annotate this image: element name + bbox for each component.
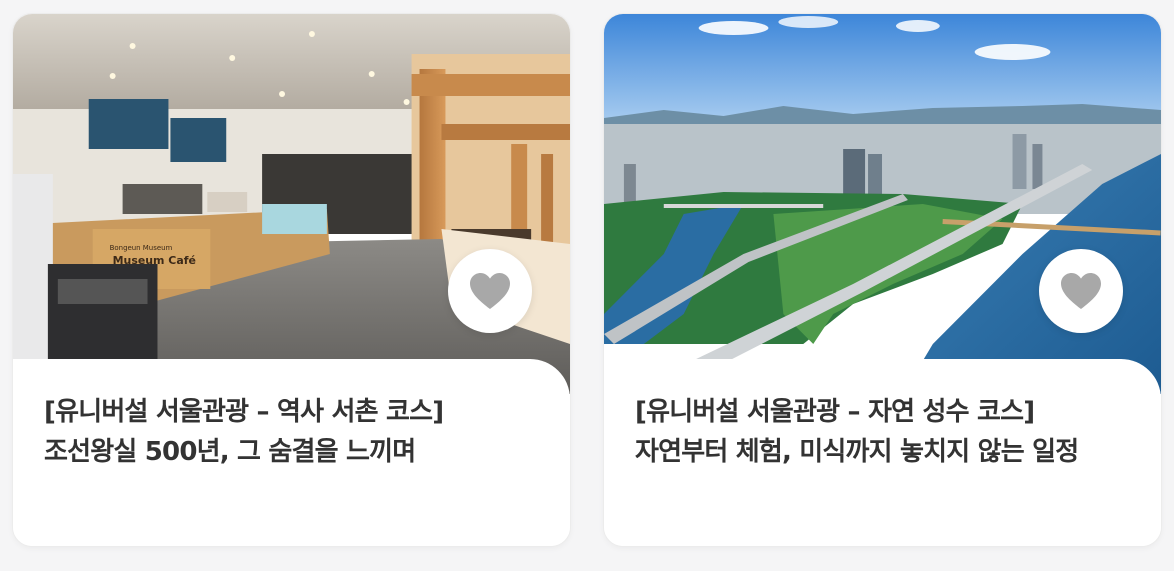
course-card-seochon[interactable]: Bongeun Museum Museum Café [유니버설 서울관광 – … [12, 13, 571, 547]
han-river-photo [604, 14, 1161, 394]
card-body: [유니버설 서울관광 – 자연 성수 코스] 자연부터 체험, 미식까지 놓치지… [604, 359, 1161, 546]
card-title-course: [유니버설 서울관광 – 역사 서촌 코스] [44, 397, 444, 427]
heart-icon [470, 273, 510, 309]
card-title-course: [유니버설 서울관광 – 자연 성수 코스] [635, 397, 1035, 427]
favorite-button[interactable] [1039, 249, 1123, 333]
course-card-seongsu[interactable]: [유니버설 서울관광 – 자연 성수 코스] 자연부터 체험, 미식까지 놓치지… [603, 13, 1162, 547]
card-title: [유니버설 서울관광 – 역사 서촌 코스] 조선왕실 500년, 그 숨결을 … [44, 392, 546, 472]
course-card-grid: Bongeun Museum Museum Café [유니버설 서울관광 – … [0, 0, 1174, 571]
card-title-subtitle: 자연부터 체험, 미식까지 놓치지 않는 일정 [635, 437, 1079, 467]
card-title: [유니버설 서울관광 – 자연 성수 코스] 자연부터 체험, 미식까지 놓치지… [635, 392, 1137, 472]
heart-icon [1061, 273, 1101, 309]
card-body: [유니버설 서울관광 – 역사 서촌 코스] 조선왕실 500년, 그 숨결을 … [13, 359, 570, 546]
card-title-subtitle: 조선왕실 500년, 그 숨결을 느끼며 [44, 437, 416, 467]
svg-text:Bongeun Museum: Bongeun Museum [110, 244, 173, 252]
favorite-button[interactable] [448, 249, 532, 333]
museum-cafe-photo: Bongeun Museum Museum Café [13, 14, 570, 394]
